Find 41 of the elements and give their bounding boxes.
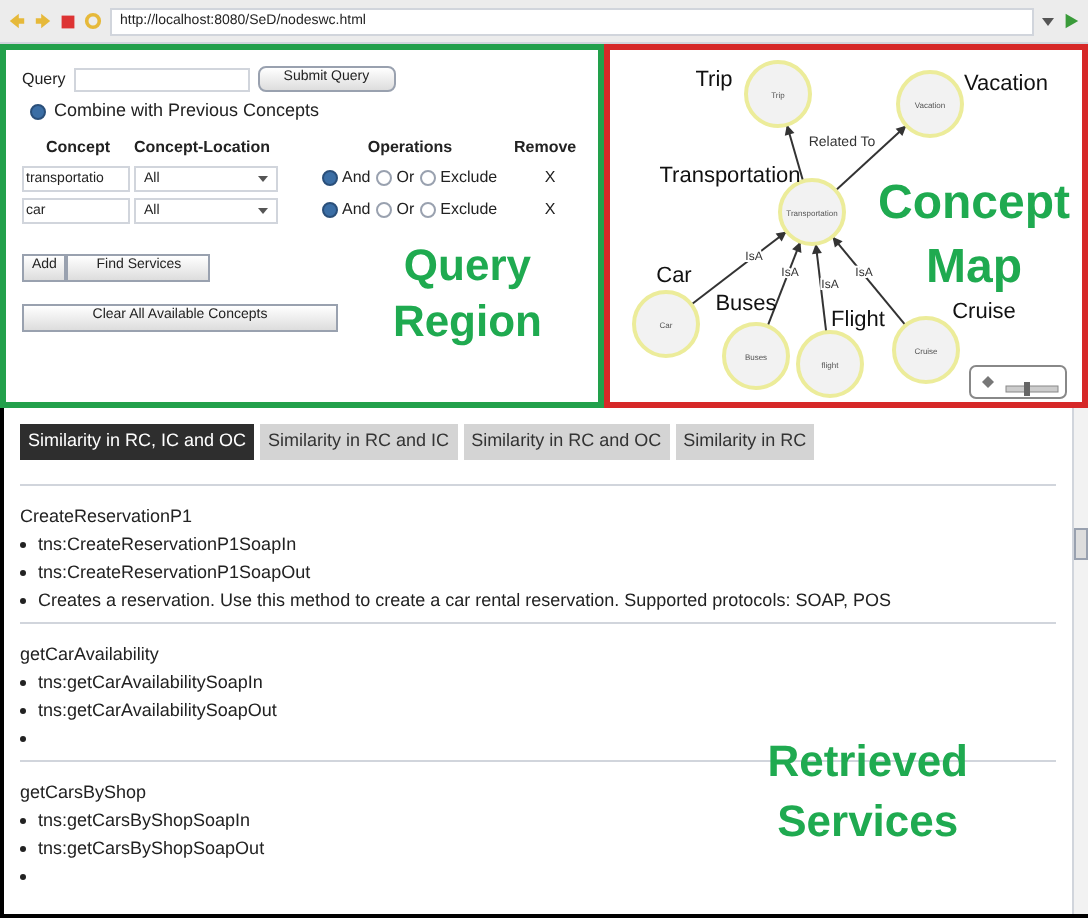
similarity-tab[interactable]: Similarity in RC and IC xyxy=(260,424,458,460)
annotation-text: Region xyxy=(392,294,542,350)
operation-label: Exclude xyxy=(440,166,498,190)
service-detail: tns:getCarAvailabilitySoapOut xyxy=(38,698,277,724)
annotation-text: Query xyxy=(403,238,532,294)
service-detail: tns:CreateReservationP1SoapOut xyxy=(38,560,311,586)
node-caption: Car xyxy=(656,264,692,288)
similarity-tab[interactable]: Similarity in RC and OC xyxy=(463,424,670,460)
node-caption: Flight xyxy=(831,308,885,332)
annotation-text: Concept xyxy=(878,176,1070,230)
similarity-tab[interactable]: Similarity in RC, IC and OC xyxy=(20,424,255,460)
column-header: Concept xyxy=(44,135,112,159)
node-caption: Cruise xyxy=(952,300,1016,324)
annotation-text: Retrieved xyxy=(767,734,968,790)
operation-label: Exclude xyxy=(440,198,498,222)
service-detail: Creates a reservation. Use this method to create a car rental reservation. Supported protocols: SOAP, POS xyxy=(38,588,892,614)
service-name: getCarAvailability xyxy=(20,642,161,668)
operation-label: And xyxy=(342,166,371,190)
column-header: Remove xyxy=(514,135,579,159)
node-caption: Transportation xyxy=(659,164,801,188)
column-header: Operations xyxy=(365,135,455,159)
service-name: CreateReservationP1 xyxy=(20,504,195,530)
remove-button[interactable]: X xyxy=(514,198,586,222)
service-detail: tns:getCarsByShopSoapIn xyxy=(38,808,251,834)
node-caption: Vacation xyxy=(964,72,1048,96)
service-detail: tns:getCarsByShopSoapOut xyxy=(38,836,265,862)
query-label: Query xyxy=(22,67,66,91)
operation-label: And xyxy=(342,198,371,222)
service-name: getCarsByShop xyxy=(20,780,149,806)
operation-label: Or xyxy=(396,166,415,190)
column-header: Concept-Location xyxy=(134,135,272,159)
node-caption: Trip xyxy=(695,68,733,92)
remove-button[interactable]: X xyxy=(514,166,586,190)
annotation-text: Map xyxy=(926,240,1022,294)
annotation-text: Services xyxy=(777,794,959,850)
similarity-tab[interactable]: Similarity in RC xyxy=(675,424,815,460)
operation-label: Or xyxy=(396,198,415,222)
combine-option-label: Combine with Previous Concepts xyxy=(54,98,320,124)
node-caption: Buses xyxy=(715,292,777,316)
service-detail: tns:CreateReservationP1SoapIn xyxy=(38,532,297,558)
service-detail: tns:getCarAvailabilitySoapIn xyxy=(38,670,263,696)
